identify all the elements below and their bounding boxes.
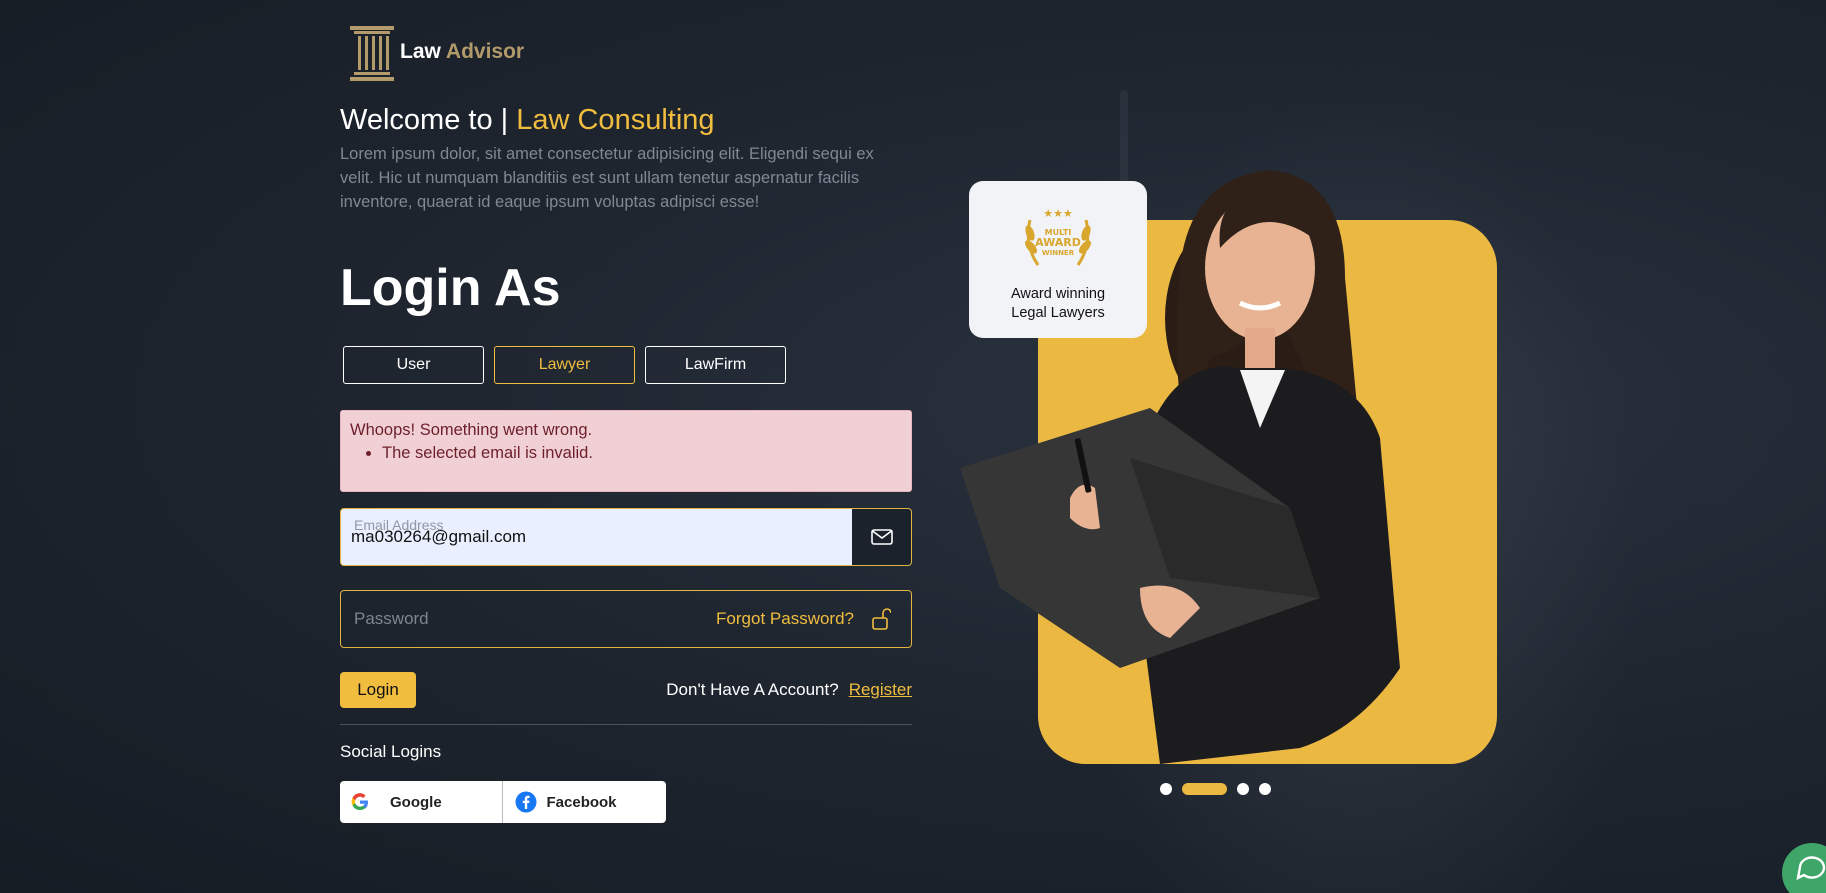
chat-widget-button[interactable] [1782,843,1826,893]
badge-line-3: WINNER [1042,249,1075,257]
pillar-icon [350,26,394,81]
brand-logo[interactable]: Law Advisor [348,22,524,82]
carousel-dot-2[interactable] [1182,783,1227,795]
social-logins-title: Social Logins [340,742,442,761]
welcome-highlight: Law Consulting [516,104,715,136]
role-user-button[interactable]: User [343,346,484,384]
login-button[interactable]: Login [340,672,416,708]
carousel-dot-4[interactable] [1259,783,1271,795]
chat-bubble-icon [1796,856,1826,881]
password-input[interactable]: Password [354,609,429,629]
error-alert: Whoops! Something went wrong. The select… [340,410,912,492]
carousel-dot-3[interactable] [1237,783,1249,795]
welcome-heading: Welcome to | Law Consulting [340,104,715,137]
facebook-label: Facebook [546,793,617,811]
role-lawyer-button[interactable]: Lawyer [494,346,635,384]
social-login-group: Google Facebook [340,781,666,823]
no-account-text: Don't Have A Account? [666,680,839,699]
brand-name-part1: Law [400,40,441,63]
facebook-login-button[interactable]: Facebook [503,781,667,823]
unlock-icon[interactable] [871,607,891,631]
lead-text: Lorem ipsum dolor, sit amet consectetur … [340,145,874,211]
login-title: Login As [340,259,561,317]
google-login-button[interactable]: Google [340,781,503,823]
facebook-icon [515,791,536,813]
google-label: Google [390,793,442,811]
carousel-indicators [1160,783,1271,795]
award-text-line1: Award winning [1010,286,1106,302]
password-field[interactable]: Password Forgot Password? [340,590,912,648]
no-account-row: Don't Have A Account? Register [666,680,912,700]
google-icon [351,793,368,811]
role-selector: User Lawyer LawFirm [343,346,786,384]
email-field[interactable]: Email Address ma030264@gmail.com [340,508,912,566]
welcome-prefix: Welcome to | [340,104,517,136]
award-card: ★★★ MULTI AWARD WINNER Award winning Leg… [969,181,1147,338]
email-icon-box [852,509,911,565]
envelope-icon [870,529,893,545]
email-input[interactable]: Email Address ma030264@gmail.com [341,509,852,565]
award-laurel-icon: ★★★ MULTI AWARD WINNER [1025,207,1091,266]
carousel-dot-1[interactable] [1160,783,1172,795]
forgot-password-link[interactable]: Forgot Password? [716,609,854,629]
email-value[interactable]: ma030264@gmail.com [351,527,526,547]
divider [340,724,912,725]
role-lawfirm-button[interactable]: LawFirm [645,346,786,384]
alert-heading: Whoops! Something went wrong. [350,421,593,439]
badge-line-2: AWARD [1035,236,1081,249]
alert-error-item: The selected email is invalid. [382,444,902,463]
svg-text:★★★: ★★★ [1043,207,1073,220]
register-link[interactable]: Register [849,680,912,699]
brand-name-part2: Advisor [445,40,525,63]
award-text-line2: Legal Lawyers [1011,305,1105,321]
